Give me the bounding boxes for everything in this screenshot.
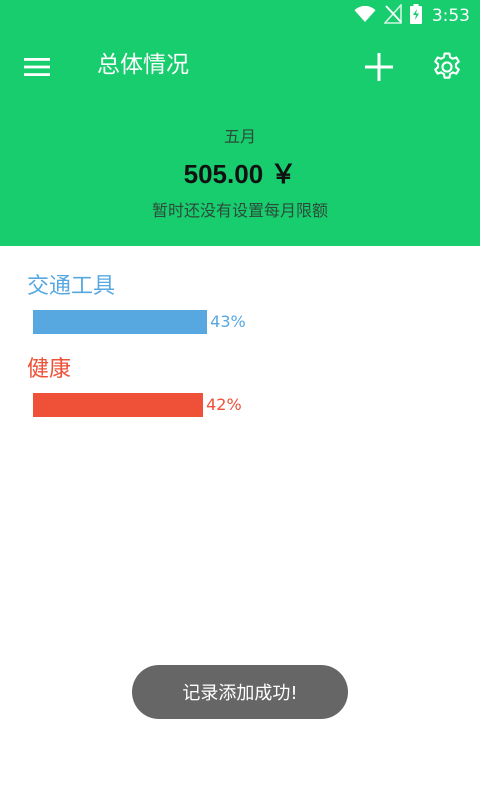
no-signal-icon: [383, 2, 402, 28]
menu-button[interactable]: [22, 52, 52, 82]
category-label: 健康: [27, 357, 72, 382]
app-bar: 总体情况 五月 505.00 ￥ 暂时还没有设置每月限额: [0, 32, 480, 246]
battery-charging-icon: [409, 4, 422, 28]
category-bar: [33, 393, 204, 417]
monthly-summary: 五月 505.00 ￥ 暂时还没有设置每月限额: [0, 127, 480, 221]
category-bar-row: 42%: [33, 393, 447, 419]
page-title: 总体情况: [97, 52, 189, 78]
category-health[interactable]: 健康 42%: [27, 357, 447, 419]
toast-message: 记录添加成功!: [132, 665, 348, 719]
category-percent: 43%: [210, 312, 246, 331]
category-label: 交通工具: [27, 274, 116, 299]
category-bar: [33, 310, 208, 334]
add-button[interactable]: [362, 50, 396, 84]
status-icons: 3:53: [354, 2, 470, 28]
wifi-icon: [354, 5, 376, 27]
summary-amount: 505.00 ￥: [183, 159, 297, 189]
summary-month: 五月: [223, 127, 256, 146]
category-percent: 42%: [206, 395, 242, 414]
gear-icon: [430, 52, 464, 88]
status-bar: 3:53: [0, 0, 480, 32]
menu-icon: [22, 58, 52, 86]
category-transport[interactable]: 交通工具 43%: [27, 274, 447, 336]
add-icon: [362, 53, 396, 88]
budget-note: 暂时还没有设置每月限额: [151, 201, 328, 220]
category-bar-row: 43%: [33, 310, 447, 336]
settings-button[interactable]: [430, 50, 464, 84]
status-time: 3:53: [431, 6, 470, 26]
